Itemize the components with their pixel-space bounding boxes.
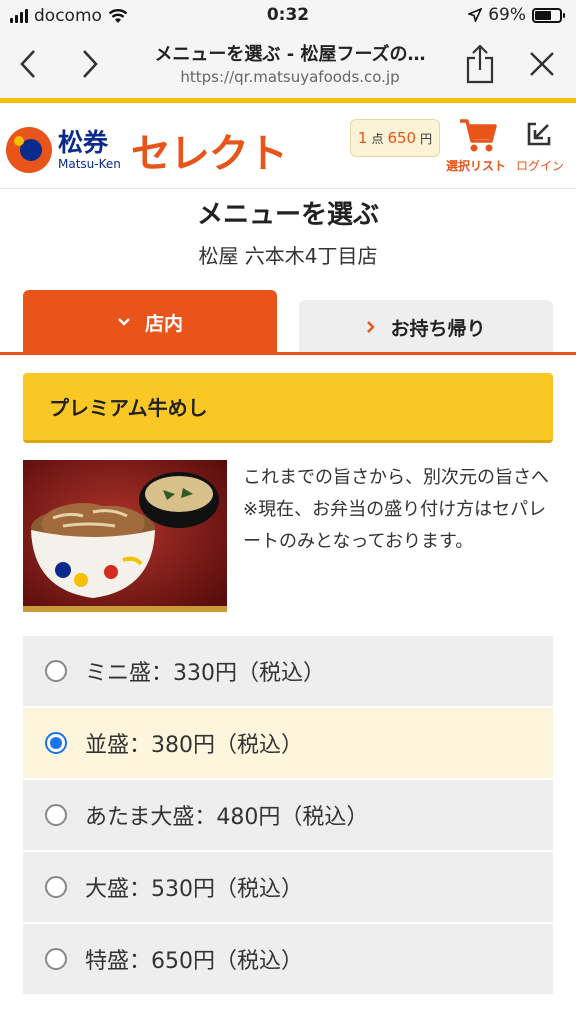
- tab-label: 店内: [144, 312, 183, 335]
- location-arrow-icon: [468, 8, 483, 22]
- option-label: 特盛：650円（税込）: [85, 949, 303, 974]
- chevron-down-icon: [118, 318, 130, 326]
- browser-bar: メニューを選ぶ - 松屋フーズの… https://qr.matsuyafood…: [0, 32, 576, 98]
- browser-page-title: メニューを選ぶ - 松屋フーズの…: [154, 44, 426, 65]
- cart-yen: 円: [420, 131, 433, 146]
- product-image: [23, 460, 227, 612]
- cart-count: 1: [357, 129, 368, 147]
- battery-percent: 69%: [488, 5, 526, 25]
- option-mini[interactable]: ミニ盛：330円（税込）: [23, 636, 553, 706]
- login-icon[interactable]: [526, 121, 552, 147]
- option-atama-large[interactable]: あたま大盛：480円（税込）: [23, 780, 553, 850]
- tab-takeout[interactable]: お持ち帰り: [299, 300, 553, 354]
- radio-button-selected[interactable]: [45, 732, 67, 754]
- brand-name-en: Matsu-Ken: [58, 157, 121, 171]
- chevron-right-icon: [83, 50, 98, 78]
- chevron-right-icon: [367, 321, 376, 333]
- tab-label: お持ち帰り: [390, 317, 486, 340]
- browser-url[interactable]: https://qr.matsuyafoods.co.jp: [130, 68, 450, 86]
- radio-button[interactable]: [45, 804, 67, 826]
- close-icon: [530, 52, 554, 76]
- share-button[interactable]: [462, 44, 498, 84]
- option-extra-large[interactable]: 特盛：650円（税込）: [23, 924, 553, 994]
- cart-icon[interactable]: [458, 117, 498, 153]
- store-name: 松屋 六本木4丁目店: [198, 244, 378, 268]
- tab-underline: [0, 352, 576, 355]
- size-options: ミニ盛：330円（税込） 並盛：380円（税込） あたま大盛：480円（税込） …: [23, 636, 553, 996]
- option-large[interactable]: 大盛：530円（税込）: [23, 852, 553, 922]
- close-button[interactable]: [524, 46, 560, 82]
- chevron-left-icon: [20, 50, 35, 78]
- cart-price: 650: [387, 129, 417, 147]
- cart-summary[interactable]: 1 点 650 円: [350, 119, 440, 157]
- back-button[interactable]: [10, 46, 46, 82]
- login-label[interactable]: ログイン: [516, 157, 564, 174]
- option-regular[interactable]: 並盛：380円（税込）: [23, 708, 553, 778]
- cart-list-label[interactable]: 選択リスト: [446, 157, 506, 174]
- cart-unit: 点: [371, 131, 384, 146]
- option-label: ミニ盛：330円（税込）: [85, 661, 325, 686]
- option-label: あたま大盛：480円（税込）: [85, 805, 369, 830]
- radio-button[interactable]: [45, 660, 67, 682]
- radio-button[interactable]: [45, 876, 67, 898]
- brand-name-jp: 松券: [58, 128, 109, 157]
- battery-icon: [532, 7, 565, 23]
- brand-select: セレクト: [130, 131, 288, 177]
- matsuya-logo-icon: [6, 127, 52, 173]
- status-bar: docomo 0:32 69%: [0, 0, 576, 32]
- option-label: 並盛：380円（税込）: [85, 733, 303, 758]
- site-header: 松券 Matsu-Ken セレクト 1 点 650 円 選択リスト ログイン: [0, 103, 576, 189]
- product-description: これまでの旨さから、別次元の旨さへ ※現在、お弁当の盛り付け方はセパレートのみと…: [243, 467, 567, 552]
- page-title: メニューを選ぶ: [196, 200, 379, 230]
- tab-dine-in[interactable]: 店内: [23, 290, 277, 354]
- option-label: 大盛：530円（税込）: [85, 877, 303, 902]
- forward-button[interactable]: [72, 46, 108, 82]
- radio-button[interactable]: [45, 948, 67, 970]
- share-icon: [466, 44, 494, 84]
- category-banner[interactable]: プレミアム牛めし: [23, 373, 553, 443]
- matsuken-logo[interactable]: 松券 Matsu-Ken セレクト: [6, 121, 288, 179]
